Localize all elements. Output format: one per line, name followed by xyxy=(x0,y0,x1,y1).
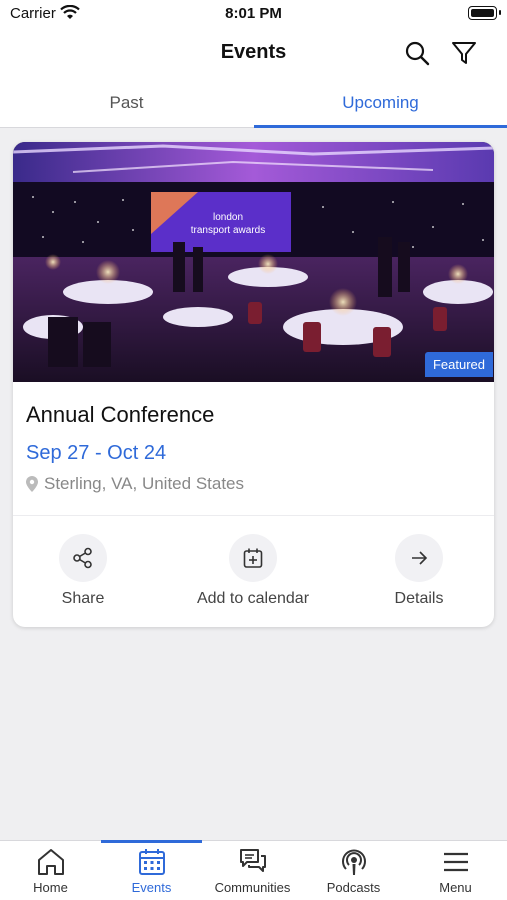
tab-communities[interactable]: Communities xyxy=(202,841,303,900)
chat-icon xyxy=(239,849,266,872)
calendar-add-icon xyxy=(229,534,277,582)
page-title: Events xyxy=(220,41,287,63)
menu-icon xyxy=(443,852,468,872)
location-pin-icon xyxy=(26,476,38,492)
tab-communities-label: Communities xyxy=(214,880,291,895)
share-icon xyxy=(59,534,107,582)
battery-icon xyxy=(468,6,501,20)
event-tabs: Past Upcoming xyxy=(0,80,507,128)
add-to-calendar-label: Add to calendar xyxy=(196,590,310,607)
nav-bar: Events xyxy=(0,28,507,80)
tab-events[interactable]: Events xyxy=(101,840,202,900)
event-card[interactable]: london transport awards Featured Annual … xyxy=(13,142,494,627)
tab-menu-label: Menu xyxy=(439,880,472,895)
calendar-icon xyxy=(138,849,165,875)
tab-home-label: Home xyxy=(33,880,68,895)
add-to-calendar-button[interactable]: Add to calendar xyxy=(173,534,333,608)
event-dates: Sep 27 - Oct 24 xyxy=(26,442,167,464)
tab-podcasts[interactable]: Podcasts xyxy=(303,841,404,900)
screen-text-line1: london xyxy=(213,212,243,223)
details-label: Details xyxy=(394,590,444,607)
details-button[interactable]: Details xyxy=(339,534,494,608)
arrow-right-icon xyxy=(395,534,443,582)
tab-past[interactable]: Past xyxy=(0,80,253,128)
status-bar: Carrier 8:01 PM xyxy=(0,0,507,28)
bottom-tab-bar: Home Events Communities Podcasts Menu xyxy=(0,840,507,900)
featured-badge: Featured xyxy=(424,352,493,377)
podcast-icon xyxy=(341,849,366,875)
search-icon[interactable] xyxy=(404,40,430,66)
home-icon xyxy=(37,849,64,875)
tab-podcasts-label: Podcasts xyxy=(326,880,381,895)
card-divider xyxy=(13,515,494,516)
event-location: Sterling, VA, United States xyxy=(26,474,244,494)
event-title: Annual Conference xyxy=(26,402,215,427)
tab-upcoming[interactable]: Upcoming xyxy=(254,80,507,128)
screen-text-line2: transport awards xyxy=(191,225,265,236)
status-time: 8:01 PM xyxy=(225,5,282,22)
tab-events-label: Events xyxy=(131,880,172,895)
event-location-text: Sterling, VA, United States xyxy=(44,474,245,493)
filter-icon[interactable] xyxy=(451,40,477,66)
tab-menu[interactable]: Menu xyxy=(405,841,506,900)
share-button[interactable]: Share xyxy=(13,534,163,608)
event-image: london transport awards xyxy=(13,142,494,382)
tab-home[interactable]: Home xyxy=(0,841,101,900)
share-label: Share xyxy=(61,590,105,607)
